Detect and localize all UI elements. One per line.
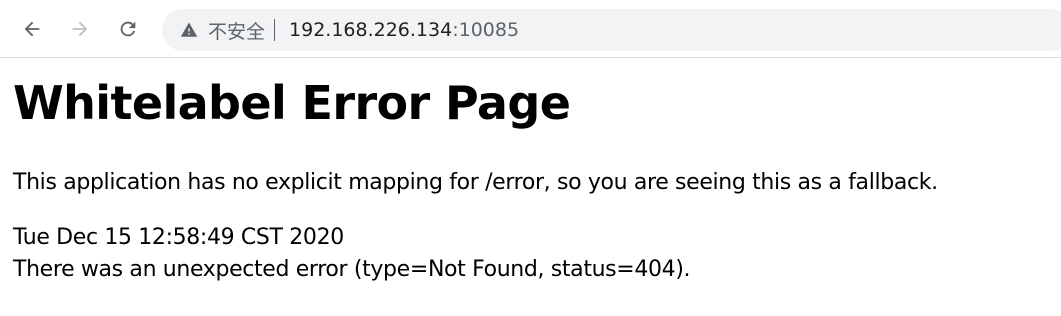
warning-triangle-icon [180, 22, 198, 37]
url-port: :10085 [452, 19, 520, 41]
url-host: 192.168.226.134 [289, 19, 453, 41]
reload-icon [120, 21, 136, 37]
error-message: This application has no explicit mapping… [13, 170, 938, 195]
forward-button[interactable] [64, 13, 96, 45]
arrow-left-icon [24, 21, 40, 37]
omnibox-divider [274, 19, 276, 41]
page-title: Whitelabel Error Page [13, 76, 571, 130]
security-chip[interactable]: 不安全 [180, 9, 265, 51]
arrow-right-icon [72, 21, 88, 37]
browser-toolbar: 不安全 192.168.226.134:10085 [0, 0, 1061, 58]
reload-button[interactable] [112, 13, 144, 45]
error-timestamp: Tue Dec 15 12:58:49 CST 2020 [13, 225, 344, 250]
url-text[interactable]: 192.168.226.134:10085 [289, 19, 519, 41]
not-secure-label: 不安全 [208, 20, 266, 43]
address-bar[interactable]: 不安全 192.168.226.134:10085 [162, 9, 1061, 51]
error-detail: There was an unexpected error (type=Not … [13, 257, 691, 282]
back-button[interactable] [16, 13, 48, 45]
